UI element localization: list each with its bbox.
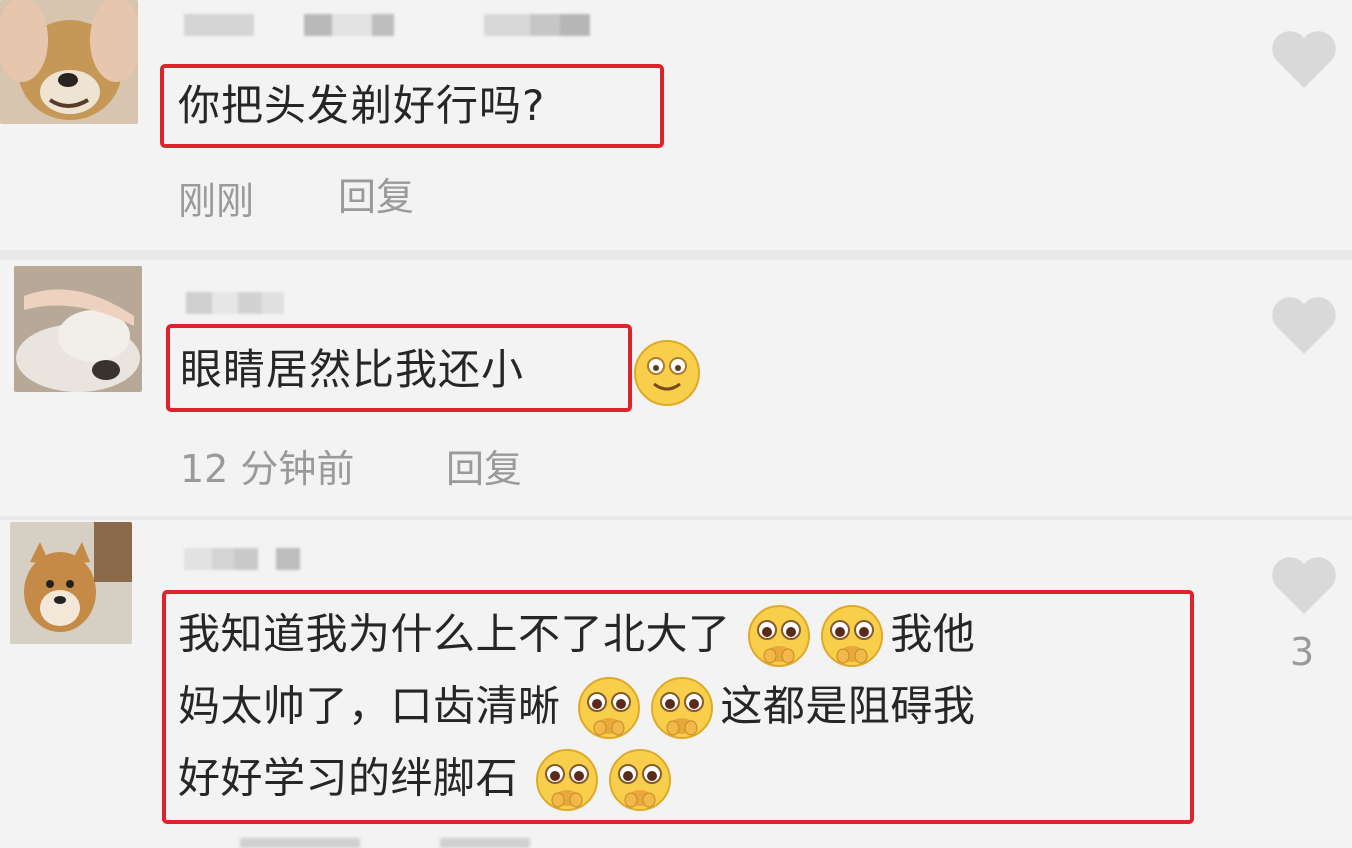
pleading-emoji-icon [608,749,671,811]
reply-button[interactable]: 回复 [338,166,414,221]
divider [0,250,1352,260]
pleading-emoji-icon [651,677,714,739]
comment-text-segment: 我他 [890,609,976,659]
comment-time: 刚刚 [178,179,255,223]
comment-text-line: 我知道我为什么上不了北大了 我他 [178,604,975,670]
comment-text: 你把头发剃好行吗? [178,81,546,130]
comment-item: 你把头发剃好行吗? 刚刚 回复 [0,0,1352,250]
heart-icon[interactable] [1270,294,1338,356]
comment-text-line: 好好学习的绊脚石 [178,748,678,814]
avatar[interactable] [0,0,138,124]
heart-icon[interactable] [1270,554,1338,616]
smile-emoji-icon [634,340,700,406]
comment-item: 眼睛居然比我还小 12 分钟前 回复 [0,260,1352,516]
comment-text-line: 妈太帅了，口齿清晰 这都是阻碍我 [178,676,975,742]
comment-text-segment: 这都是阻碍我 [720,681,976,731]
username-redacted [184,548,300,570]
username-redacted [186,292,284,314]
comment-text-segment: 我知道我为什么上不了北大了 [178,609,731,659]
comment-text: 眼睛居然比我还小 [180,345,525,394]
like-count: 3 [1290,630,1315,674]
comment-meta-cutoff [180,836,560,848]
pleading-emoji-icon [748,605,811,667]
comment-item: 我知道我为什么上不了北大了 我他 妈太帅了，口齿清晰 这都是阻碍我 好好学习的绊… [0,520,1352,848]
username-redacted [184,14,590,36]
comment-text-segment: 好好学习的绊脚石 [178,753,519,803]
heart-icon[interactable] [1270,28,1338,90]
comment-text-segment: 妈太帅了，口齿清晰 [178,681,561,731]
pleading-emoji-icon [578,677,641,739]
comment-time: 12 分钟前 [180,447,355,491]
pleading-emoji-icon [535,749,598,811]
reply-button[interactable]: 回复 [446,438,522,493]
pleading-emoji-icon [821,605,884,667]
avatar[interactable] [10,522,132,644]
avatar[interactable] [14,266,142,392]
